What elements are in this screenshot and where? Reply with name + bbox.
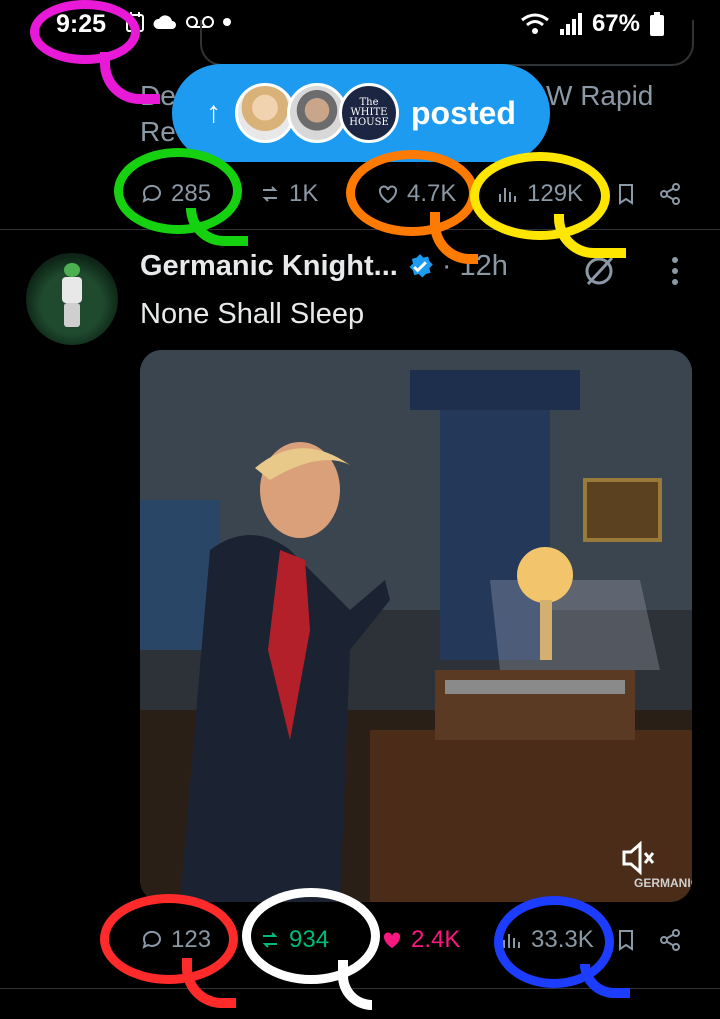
author-avatar[interactable] (26, 253, 118, 345)
annotation-tail-red (182, 958, 236, 1008)
new-posts-banner[interactable]: ↑ The WHITE HOUSE posted (172, 64, 550, 162)
previous-tweet-text-right: W Rapid (546, 80, 654, 111)
verified-icon (409, 253, 433, 277)
repost-button[interactable]: 1K (258, 180, 318, 208)
mute-icon[interactable] (618, 838, 658, 878)
bookmark-button[interactable] (614, 182, 638, 206)
arrow-up-icon: ↑ (206, 96, 221, 129)
like-count: 2.4K (411, 926, 461, 953)
media-watermark: GERMANIC (634, 876, 692, 890)
bookmark-icon (619, 930, 633, 951)
like-icon (383, 932, 401, 948)
repost-icon (262, 186, 278, 202)
previous-quoted-card (200, 20, 694, 66)
bookmark-icon (619, 184, 633, 205)
previous-tweet-text-line2: Re (140, 116, 176, 147)
like-button[interactable]: 2.4K (380, 926, 460, 954)
avatar-figure-legs (64, 303, 80, 327)
avatar-figure-body (62, 277, 82, 303)
annotation-tail-white (338, 960, 372, 1010)
more-icon[interactable] (668, 256, 682, 286)
annotation-tail-yellow (554, 214, 626, 258)
avatar-figure-head (64, 263, 80, 277)
share-button[interactable] (658, 182, 682, 206)
annotation-tail-blue (580, 964, 630, 998)
avatar-white-house: The WHITE HOUSE (339, 83, 399, 143)
annotation-tail-green (186, 208, 248, 246)
author-name[interactable]: Germanic Knight... (140, 250, 398, 283)
avatar (287, 83, 347, 143)
annotation-tail-magenta (100, 52, 160, 104)
share-icon (660, 183, 680, 205)
banner-avatars: The WHITE HOUSE (235, 83, 399, 143)
tweet-text: None Shall Sleep (140, 298, 365, 330)
tweet-media-video[interactable]: GERMANIC (140, 350, 692, 902)
bookmark-button[interactable] (614, 928, 638, 952)
avatar (235, 83, 295, 143)
share-button[interactable] (658, 928, 682, 952)
repost-count: 1K (289, 180, 319, 207)
cloud-icon (153, 15, 176, 29)
banner-label: posted (411, 94, 516, 131)
grok-icon[interactable] (582, 254, 616, 288)
video-frame (140, 350, 692, 902)
share-icon (660, 929, 680, 951)
